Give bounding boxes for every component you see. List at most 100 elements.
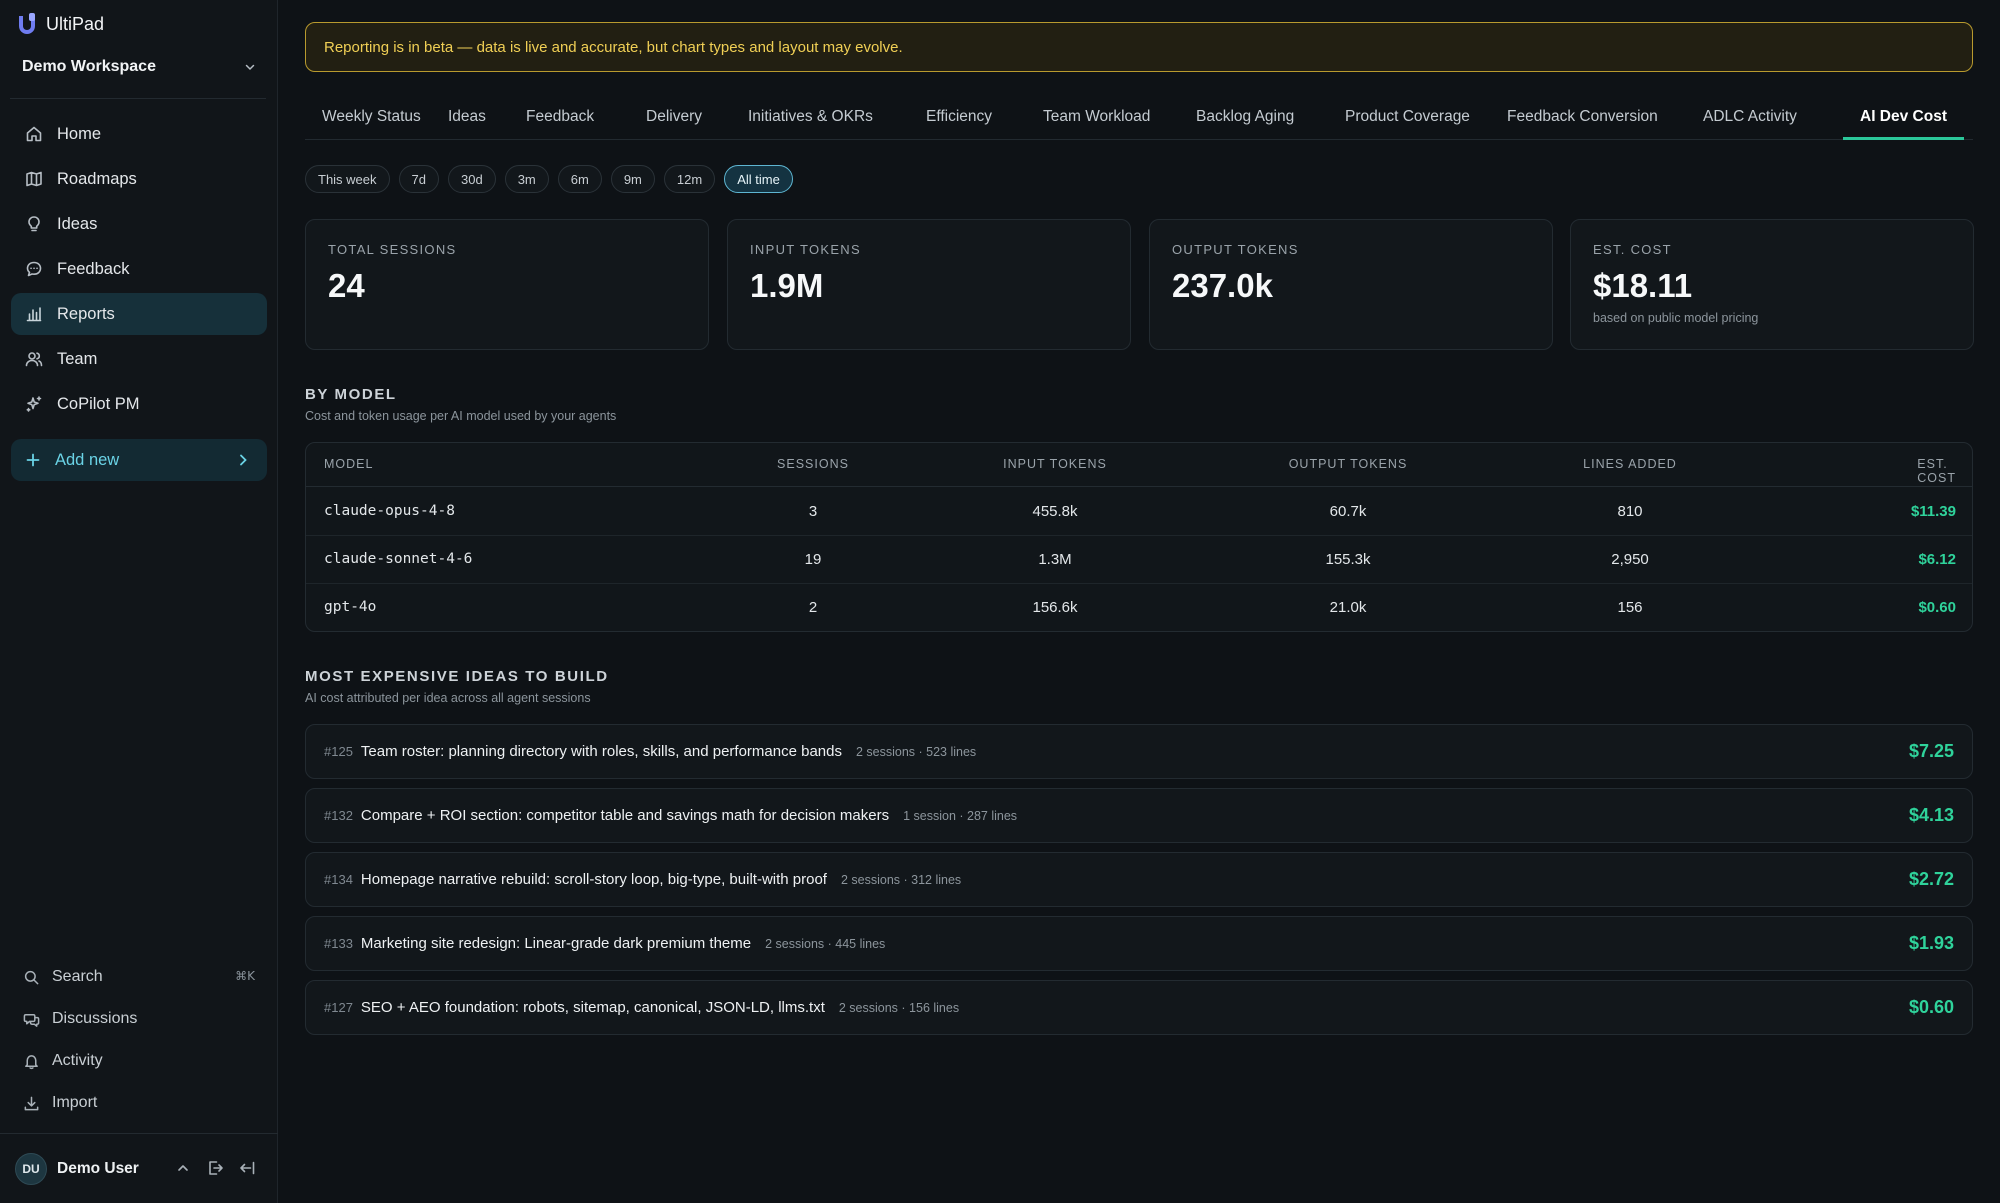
stat-subtext: based on public model pricing	[1593, 311, 1759, 325]
sidebar-item-discussions[interactable]: Discussions	[11, 1001, 267, 1037]
chevron-down-icon	[245, 64, 255, 71]
users-icon	[25, 352, 43, 367]
sessions-cell: 2	[808, 599, 818, 616]
sidebar-item-home[interactable]: Home	[11, 113, 267, 155]
output-tokens-cell: 60.7k	[1329, 503, 1367, 520]
idea-number: #132	[324, 808, 353, 823]
filter-this-week[interactable]: This week	[305, 165, 390, 193]
tab-team-workload[interactable]: Team Workload	[1026, 99, 1167, 140]
idea-cost-row[interactable]: #133 Marketing site redesign: Linear-gra…	[305, 916, 1973, 971]
idea-meta: 2 sessions · 156 lines	[838, 1000, 960, 1015]
input-tokens-cell: 1.3M	[1038, 551, 1072, 568]
sidebar-item-label: Home	[57, 124, 102, 143]
input-tokens-cell: 455.8k	[1032, 503, 1078, 520]
column-header: SESSIONS	[777, 457, 849, 471]
idea-number: #134	[324, 872, 353, 887]
idea-cost-row[interactable]: #127 SEO + AEO foundation: robots, sitem…	[305, 980, 1973, 1035]
sidebar-item-feedback[interactable]: Feedback	[11, 248, 267, 290]
stat-value: 24	[328, 267, 365, 304]
sidebar-item-label: CoPilot PM	[57, 394, 140, 413]
tab-efficiency[interactable]: Efficiency	[909, 99, 1009, 140]
filter-30d[interactable]: 30d	[448, 165, 496, 193]
idea-cost: $0.60	[1908, 997, 1954, 1017]
tab-feedback[interactable]: Feedback	[509, 99, 611, 140]
sidebar-item-team[interactable]: Team	[11, 338, 267, 380]
download-icon	[24, 1096, 39, 1110]
sidebar-item-roadmaps[interactable]: Roadmaps	[11, 158, 267, 200]
sidebar-item-copilot-pm[interactable]: CoPilot PM	[11, 383, 267, 425]
collapse-sidebar-icon[interactable]	[238, 1159, 256, 1177]
expensive-ideas-subtitle: AI cost attributed per idea across all a…	[305, 691, 591, 705]
ultipad-logo-icon	[19, 13, 35, 34]
idea-cost: $4.13	[1908, 805, 1954, 825]
add-new-label: Add new	[55, 450, 120, 469]
idea-title: Compare + ROI section: competitor table …	[360, 807, 890, 824]
tab-feedback-conversion[interactable]: Feedback Conversion	[1490, 99, 1675, 140]
est-cost-cell: $11.39	[1910, 503, 1956, 520]
sidebar: UltiPad Demo Workspace Home Roadmaps Ide…	[0, 0, 278, 1203]
idea-meta: 2 sessions · 445 lines	[765, 936, 886, 951]
user-menu[interactable]: DU Demo User	[15, 1153, 139, 1185]
sidebar-item-label: Roadmaps	[57, 169, 137, 188]
workspace-switcher[interactable]: Demo Workspace	[22, 54, 256, 80]
sessions-cell: 19	[804, 551, 822, 568]
stat-value: 237.0k	[1172, 267, 1273, 304]
idea-cost: $1.93	[1908, 933, 1954, 953]
add-new-button[interactable]: Add new	[11, 439, 267, 481]
stat-card-total-sessions: TOTAL SESSIONS 24	[305, 219, 709, 350]
sidebar-item-label: Reports	[57, 304, 115, 323]
est-cost-cell: $0.60	[1918, 599, 1956, 616]
logout-icon[interactable]	[206, 1159, 224, 1177]
sidebar-item-reports[interactable]: Reports	[11, 293, 267, 335]
column-header: INPUT TOKENS	[1003, 457, 1107, 471]
sidebar-item-ideas[interactable]: Ideas	[11, 203, 267, 245]
stat-card-output-tokens: OUTPUT TOKENS 237.0k	[1149, 219, 1553, 350]
sidebar-item-label: Discussions	[52, 1010, 138, 1027]
beta-banner-text: Reporting is in beta — data is live and …	[324, 38, 903, 56]
filter-7d[interactable]: 7d	[398, 165, 439, 193]
sidebar-item-activity[interactable]: Activity	[11, 1043, 267, 1079]
sidebar-item-label: Ideas	[57, 214, 98, 233]
stat-card-input-tokens: INPUT TOKENS 1.9M	[727, 219, 1131, 350]
stat-value: $18.11	[1593, 267, 1693, 304]
table-row[interactable]: claude-sonnet-4-6 19 1.3M 155.3k 2,950 $…	[306, 536, 1972, 584]
divider	[0, 1133, 278, 1134]
search-button[interactable]: Search ⌘K	[11, 959, 267, 995]
column-header: EST. COST	[1917, 457, 1957, 485]
sidebar-item-import[interactable]: Import	[11, 1085, 267, 1121]
table-row[interactable]: claude-opus-4-8 3 455.8k 60.7k 810 $11.3…	[306, 488, 1972, 536]
idea-cost-row[interactable]: #132 Compare + ROI section: competitor t…	[305, 788, 1973, 843]
tab-backlog-aging[interactable]: Backlog Aging	[1179, 99, 1311, 140]
filter-3m[interactable]: 3m	[504, 165, 549, 193]
chevron-right-icon	[240, 454, 247, 466]
user-actions	[174, 1159, 256, 1177]
idea-cost-row[interactable]: #134 Homepage narrative rebuild: scroll-…	[305, 852, 1973, 907]
stat-value: 1.9M	[750, 267, 824, 304]
tab-delivery[interactable]: Delivery	[629, 99, 719, 140]
main-content: Reporting is in beta — data is live and …	[279, 0, 2000, 1203]
table-row[interactable]: gpt-4o 2 156.6k 21.0k 156 $0.60	[306, 584, 1972, 631]
filter-12m[interactable]: 12m	[663, 165, 716, 193]
filter-all-time[interactable]: All time	[724, 165, 793, 193]
tab-ideas[interactable]: Ideas	[431, 99, 503, 140]
chevron-up-icon[interactable]	[174, 1159, 192, 1177]
report-tabs: Weekly Status Ideas Feedback Delivery In…	[305, 99, 1973, 140]
search-label: Search	[52, 968, 103, 985]
column-header: OUTPUT TOKENS	[1288, 457, 1408, 471]
bell-icon	[25, 1054, 38, 1069]
tab-adlc-activity[interactable]: ADLC Activity	[1686, 99, 1814, 140]
filter-9m[interactable]: 9m	[610, 165, 655, 193]
tab-ai-dev-cost[interactable]: AI Dev Cost	[1843, 99, 1964, 140]
brand[interactable]: UltiPad	[16, 12, 104, 36]
tab-product-coverage[interactable]: Product Coverage	[1328, 99, 1487, 140]
idea-title: Homepage narrative rebuild: scroll-story…	[360, 871, 827, 888]
filter-6m[interactable]: 6m	[557, 165, 602, 193]
tab-initiatives-okrs[interactable]: Initiatives & OKRs	[731, 99, 890, 140]
idea-cost: $7.25	[1908, 741, 1954, 761]
tab-weekly-status[interactable]: Weekly Status	[305, 99, 438, 140]
idea-cost-row[interactable]: #125 Team roster: planning directory wit…	[305, 724, 1973, 779]
output-tokens-cell: 155.3k	[1325, 551, 1371, 568]
workspace-name: Demo Workspace	[22, 58, 156, 75]
column-header: MODEL	[324, 457, 374, 471]
by-model-title: BY MODEL	[305, 386, 397, 403]
